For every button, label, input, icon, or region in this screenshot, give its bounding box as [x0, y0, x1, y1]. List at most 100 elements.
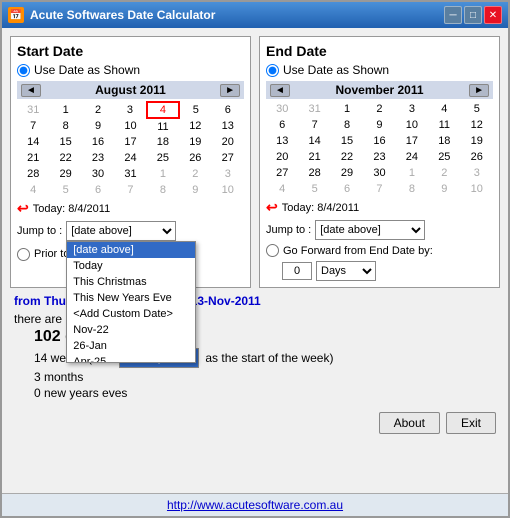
- exit-button[interactable]: Exit: [446, 412, 496, 434]
- about-button[interactable]: About: [379, 412, 440, 434]
- dropdown-item-apr25[interactable]: Apr-25: [67, 354, 195, 362]
- calendar-cell[interactable]: 6: [212, 102, 244, 118]
- calendar-cell[interactable]: 24: [396, 149, 428, 165]
- calendar-cell[interactable]: 9: [82, 118, 114, 134]
- dropdown-item-new-years-eve[interactable]: This New Years Eve: [67, 290, 195, 306]
- end-go-forward-radio[interactable]: [266, 244, 279, 257]
- calendar-cell[interactable]: 25: [428, 149, 460, 165]
- calendar-cell[interactable]: 1: [49, 102, 81, 118]
- calendar-cell[interactable]: 11: [428, 117, 460, 133]
- calendar-cell[interactable]: 3: [396, 101, 428, 117]
- calendar-cell[interactable]: 4: [266, 181, 298, 197]
- calendar-cell[interactable]: 31: [298, 101, 330, 117]
- close-button[interactable]: ✕: [484, 6, 502, 24]
- calendar-cell[interactable]: 21: [298, 149, 330, 165]
- calendar-cell[interactable]: 5: [49, 182, 81, 198]
- dropdown-item-26jan[interactable]: 26-Jan: [67, 338, 195, 354]
- calendar-cell[interactable]: 17: [396, 133, 428, 149]
- dropdown-item-add-custom[interactable]: <Add Custom Date>: [67, 306, 195, 322]
- calendar-cell[interactable]: 3: [461, 165, 493, 181]
- footer-link[interactable]: http://www.acutesoftware.com.au: [2, 493, 508, 516]
- start-jump-dropdown[interactable]: [date above] Today This Christmas This N…: [66, 221, 176, 241]
- calendar-cell[interactable]: 8: [49, 118, 81, 134]
- calendar-cell[interactable]: 30: [363, 165, 395, 181]
- minimize-button[interactable]: ─: [444, 6, 462, 24]
- calendar-cell[interactable]: 11: [147, 118, 179, 134]
- calendar-cell[interactable]: 7: [114, 182, 146, 198]
- maximize-button[interactable]: □: [464, 6, 482, 24]
- calendar-cell[interactable]: 17: [114, 134, 146, 150]
- calendar-cell[interactable]: 25: [147, 150, 179, 166]
- calendar-cell[interactable]: 2: [82, 102, 114, 118]
- calendar-cell[interactable]: 7: [17, 118, 49, 134]
- calendar-cell[interactable]: 19: [179, 134, 211, 150]
- calendar-cell-selected[interactable]: 4: [147, 102, 179, 118]
- calendar-cell[interactable]: 6: [331, 181, 363, 197]
- calendar-cell[interactable]: 31: [114, 166, 146, 182]
- calendar-cell[interactable]: 12: [179, 118, 211, 134]
- dropdown-item-date-above[interactable]: [date above]: [67, 242, 195, 258]
- calendar-cell[interactable]: 19: [461, 133, 493, 149]
- start-next-button[interactable]: ►: [220, 84, 240, 97]
- calendar-cell[interactable]: 14: [17, 134, 49, 150]
- calendar-cell[interactable]: 30: [266, 101, 298, 117]
- calendar-cell[interactable]: 18: [428, 133, 460, 149]
- calendar-cell[interactable]: 2: [428, 165, 460, 181]
- calendar-cell[interactable]: 21: [17, 150, 49, 166]
- calendar-cell[interactable]: 10: [396, 117, 428, 133]
- calendar-cell[interactable]: 20: [266, 149, 298, 165]
- calendar-cell[interactable]: 4: [428, 101, 460, 117]
- calendar-cell[interactable]: 1: [331, 101, 363, 117]
- calendar-cell[interactable]: 5: [179, 102, 211, 118]
- calendar-cell[interactable]: 10: [461, 181, 493, 197]
- start-prior-radio[interactable]: [17, 248, 30, 261]
- calendar-cell[interactable]: 15: [49, 134, 81, 150]
- calendar-cell[interactable]: 4: [17, 182, 49, 198]
- start-prev-button[interactable]: ◄: [21, 84, 41, 97]
- calendar-cell[interactable]: 2: [363, 101, 395, 117]
- calendar-cell[interactable]: 9: [363, 117, 395, 133]
- end-jump-dropdown[interactable]: [date above] Today This Christmas This N…: [315, 220, 425, 240]
- calendar-cell[interactable]: 2: [179, 166, 211, 182]
- start-use-date-radio[interactable]: [17, 64, 30, 77]
- calendar-cell[interactable]: 9: [179, 182, 211, 198]
- calendar-cell[interactable]: 9: [428, 181, 460, 197]
- dropdown-item-christmas[interactable]: This Christmas: [67, 274, 195, 290]
- calendar-cell[interactable]: 15: [331, 133, 363, 149]
- calendar-cell[interactable]: 10: [114, 118, 146, 134]
- calendar-cell[interactable]: 10: [212, 182, 244, 198]
- dropdown-item-today[interactable]: Today: [67, 258, 195, 274]
- calendar-cell[interactable]: 23: [82, 150, 114, 166]
- calendar-cell[interactable]: 27: [266, 165, 298, 181]
- calendar-cell[interactable]: 27: [212, 150, 244, 166]
- calendar-cell[interactable]: 5: [461, 101, 493, 117]
- calendar-cell[interactable]: 12: [461, 117, 493, 133]
- calendar-cell[interactable]: 24: [114, 150, 146, 166]
- calendar-cell[interactable]: 7: [363, 181, 395, 197]
- calendar-cell[interactable]: 3: [114, 102, 146, 118]
- calendar-cell[interactable]: 1: [147, 166, 179, 182]
- calendar-cell[interactable]: 28: [17, 166, 49, 182]
- calendar-cell[interactable]: 13: [212, 118, 244, 134]
- calendar-cell[interactable]: 18: [147, 134, 179, 150]
- end-go-forward-unit[interactable]: Days Weeks Months: [316, 261, 376, 281]
- end-use-date-radio[interactable]: [266, 64, 279, 77]
- end-next-button[interactable]: ►: [469, 84, 489, 97]
- calendar-cell[interactable]: 29: [331, 165, 363, 181]
- calendar-cell[interactable]: 29: [49, 166, 81, 182]
- calendar-cell[interactable]: 31: [17, 102, 49, 118]
- calendar-cell[interactable]: 6: [82, 182, 114, 198]
- calendar-cell[interactable]: 1: [396, 165, 428, 181]
- end-prev-button[interactable]: ◄: [270, 84, 290, 97]
- end-go-forward-input[interactable]: [282, 262, 312, 280]
- calendar-cell[interactable]: 5: [298, 181, 330, 197]
- calendar-cell[interactable]: 26: [179, 150, 211, 166]
- calendar-cell[interactable]: 30: [82, 166, 114, 182]
- calendar-cell[interactable]: 23: [363, 149, 395, 165]
- calendar-cell[interactable]: 8: [147, 182, 179, 198]
- calendar-cell[interactable]: 14: [298, 133, 330, 149]
- calendar-cell[interactable]: 22: [331, 149, 363, 165]
- calendar-cell[interactable]: 20: [212, 134, 244, 150]
- calendar-cell[interactable]: 3: [212, 166, 244, 182]
- calendar-cell[interactable]: 16: [82, 134, 114, 150]
